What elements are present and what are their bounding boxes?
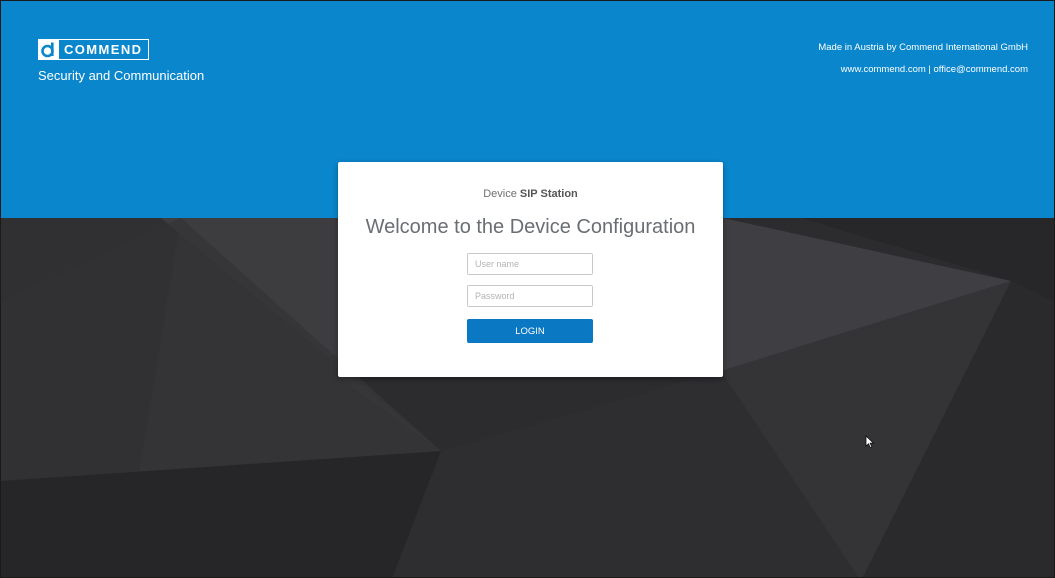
credits: Made in Austria by Commend International… xyxy=(818,42,1028,75)
welcome-heading: Welcome to the Device Configuration xyxy=(365,216,696,238)
brand-logo: COMMEND xyxy=(38,39,150,60)
login-card: Device SIP Station Welcome to the Device… xyxy=(338,162,723,377)
device-label: Device SIP Station xyxy=(338,188,723,200)
device-prefix: Device xyxy=(483,188,517,200)
commend-d-logo-icon xyxy=(38,39,59,60)
password-input[interactable] xyxy=(467,285,593,307)
login-button[interactable]: LOGIN xyxy=(467,319,593,343)
username-input[interactable] xyxy=(467,253,593,275)
made-in-text: Made in Austria by Commend International… xyxy=(818,42,1028,53)
contact-text: www.commend.com | office@commend.com xyxy=(840,64,1028,75)
device-name: SIP Station xyxy=(519,188,578,200)
mouse-pointer-icon xyxy=(865,435,875,449)
logo-text: COMMEND xyxy=(59,39,150,60)
tagline: Security and Communication xyxy=(38,68,205,83)
login-page: COMMEND Security and Communication Made … xyxy=(0,0,1055,578)
